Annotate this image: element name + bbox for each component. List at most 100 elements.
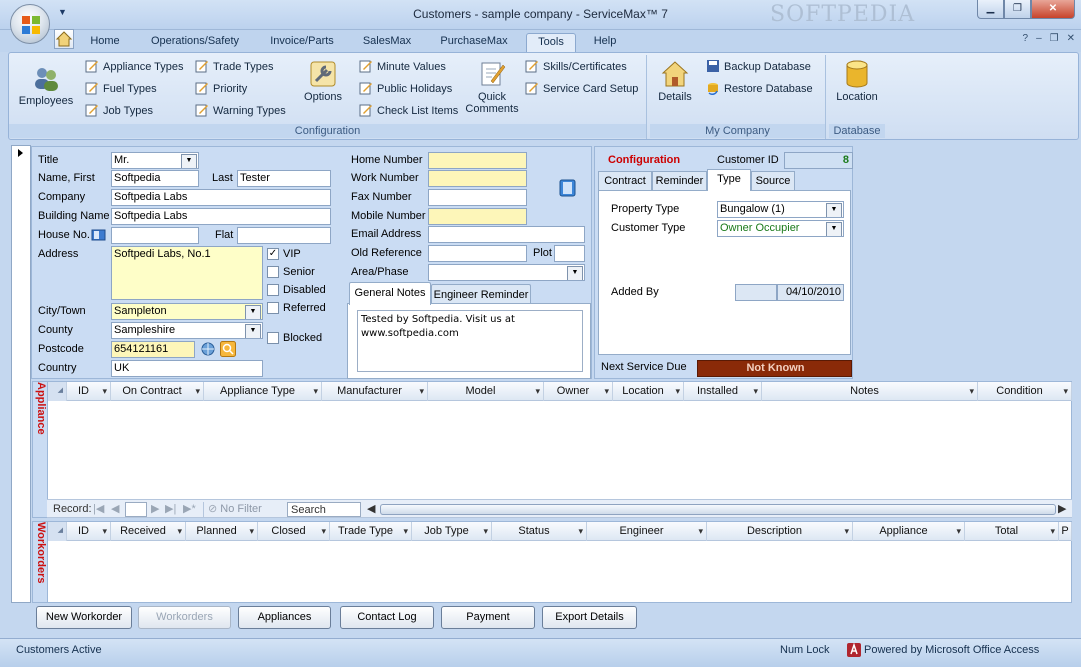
- last-record-button[interactable]: ▶|: [165, 502, 176, 517]
- house-no-field[interactable]: [111, 227, 199, 244]
- fax-number-field[interactable]: [428, 189, 527, 206]
- workorders-button[interactable]: Workorders: [138, 606, 231, 629]
- horizontal-scrollbar-thumb[interactable]: [380, 504, 1056, 515]
- location-button[interactable]: Location: [831, 59, 883, 103]
- col-p[interactable]: P: [1059, 522, 1072, 541]
- tab-contract[interactable]: Contract: [598, 171, 652, 191]
- col-appliance[interactable]: Appliance: [853, 522, 965, 541]
- public-holidays-button[interactable]: Public Holidays: [359, 80, 452, 98]
- select-all-cell[interactable]: [48, 522, 67, 541]
- col-engineer[interactable]: Engineer: [587, 522, 707, 541]
- new-record-button[interactable]: ▶*: [183, 502, 196, 517]
- job-types-button[interactable]: Job Types: [85, 102, 153, 120]
- tab-source[interactable]: Source: [751, 171, 795, 191]
- search-icon[interactable]: [220, 341, 236, 357]
- col-description[interactable]: Description: [707, 522, 853, 541]
- company-field[interactable]: Softpedia Labs: [111, 189, 331, 206]
- col-location[interactable]: Location: [613, 382, 684, 401]
- export-details-button[interactable]: Export Details: [542, 606, 637, 629]
- title-select[interactable]: Mr.: [111, 152, 199, 169]
- doc-minimize-button[interactable]: –: [1036, 33, 1042, 44]
- tab-home[interactable]: Home: [82, 33, 128, 52]
- backup-database-button[interactable]: Backup Database: [706, 58, 811, 76]
- restore-button[interactable]: ❐: [1004, 0, 1031, 19]
- trade-types-button[interactable]: Trade Types: [195, 58, 274, 76]
- blocked-checkbox[interactable]: [267, 332, 279, 344]
- address-field[interactable]: Softpedi Labs, No.1: [111, 246, 263, 300]
- globe-lookup-icon[interactable]: [200, 341, 216, 357]
- warning-types-button[interactable]: Warning Types: [195, 102, 286, 120]
- priority-button[interactable]: Priority: [195, 80, 247, 98]
- options-button[interactable]: Options: [297, 59, 349, 103]
- tab-salesmax[interactable]: SalesMax: [356, 33, 418, 52]
- contact-log-button[interactable]: Contact Log: [340, 606, 434, 629]
- col-model[interactable]: Model: [428, 382, 544, 401]
- col-id[interactable]: ID: [67, 382, 111, 401]
- col-received[interactable]: Received: [111, 522, 186, 541]
- col-appliance-type[interactable]: Appliance Type: [204, 382, 322, 401]
- property-type-select[interactable]: Bungalow (1): [717, 201, 844, 218]
- tab-operations-safety[interactable]: Operations/Safety: [140, 33, 250, 52]
- fuel-types-button[interactable]: Fuel Types: [85, 80, 157, 98]
- first-record-button[interactable]: |◀: [93, 502, 104, 517]
- doc-restore-button[interactable]: ❐: [1050, 33, 1059, 44]
- col-planned[interactable]: Planned: [186, 522, 258, 541]
- tab-reminder[interactable]: Reminder: [652, 171, 707, 191]
- appliances-button[interactable]: Appliances: [238, 606, 331, 629]
- record-number-field[interactable]: [125, 502, 147, 517]
- scroll-right-button[interactable]: ▶: [1058, 502, 1066, 517]
- help-icon[interactable]: ?: [1023, 33, 1029, 44]
- flat-field[interactable]: [237, 227, 331, 244]
- col-notes[interactable]: Notes: [762, 382, 978, 401]
- col-id[interactable]: ID: [67, 522, 111, 541]
- tab-invoice-parts[interactable]: Invoice/Parts: [262, 33, 342, 52]
- col-job-type[interactable]: Job Type: [412, 522, 492, 541]
- search-box[interactable]: Search: [287, 502, 361, 517]
- plot-field[interactable]: [554, 245, 585, 262]
- col-total[interactable]: Total: [965, 522, 1059, 541]
- city-town-select[interactable]: Sampleton: [111, 303, 263, 320]
- email-address-field[interactable]: [428, 226, 585, 243]
- tab-type[interactable]: Type: [707, 169, 751, 191]
- home-number-field[interactable]: [428, 152, 527, 169]
- quick-comments-button[interactable]: Quick Comments: [461, 59, 523, 115]
- record-selector[interactable]: [11, 145, 31, 603]
- customer-type-select[interactable]: Owner Occupier: [717, 220, 844, 237]
- skills-certificates-button[interactable]: Skills/Certificates: [525, 58, 627, 76]
- mobile-number-field[interactable]: [428, 208, 527, 225]
- select-all-cell[interactable]: [48, 382, 67, 401]
- col-closed[interactable]: Closed: [258, 522, 330, 541]
- general-notes-textarea[interactable]: Tested by Softpedia. Visit us at www.sof…: [357, 310, 583, 372]
- employees-button[interactable]: Employees: [15, 63, 77, 107]
- old-reference-field[interactable]: [428, 245, 527, 262]
- restore-database-button[interactable]: Restore Database: [706, 80, 813, 98]
- close-button[interactable]: ✕: [1031, 0, 1075, 19]
- next-record-button[interactable]: ▶: [151, 502, 159, 517]
- tab-engineer-reminder[interactable]: Engineer Reminder: [431, 284, 531, 304]
- postcode-field[interactable]: 654121161: [111, 341, 195, 358]
- new-workorder-button[interactable]: New Workorder: [36, 606, 132, 629]
- service-card-setup-button[interactable]: Service Card Setup: [525, 80, 638, 98]
- qat-home-button[interactable]: [54, 29, 74, 49]
- col-trade-type[interactable]: Trade Type: [330, 522, 412, 541]
- country-field[interactable]: UK: [111, 360, 263, 377]
- prev-record-button[interactable]: ◀: [111, 502, 119, 517]
- appliance-types-button[interactable]: Appliance Types: [85, 58, 184, 76]
- referred-checkbox[interactable]: [267, 302, 279, 314]
- col-condition[interactable]: Condition: [978, 382, 1072, 401]
- tab-help[interactable]: Help: [584, 33, 626, 52]
- doc-close-button[interactable]: ✕: [1067, 33, 1075, 44]
- check-list-items-button[interactable]: Check List Items: [359, 102, 458, 120]
- tab-general-notes[interactable]: General Notes: [349, 282, 431, 305]
- no-filter-button[interactable]: ⊘ No Filter: [203, 502, 283, 517]
- minimize-button[interactable]: ▁: [977, 0, 1004, 19]
- col-on-contract[interactable]: On Contract: [111, 382, 204, 401]
- office-button[interactable]: [10, 4, 50, 44]
- senior-checkbox[interactable]: [267, 266, 279, 278]
- work-number-field[interactable]: [428, 170, 527, 187]
- building-name-field[interactable]: Softpedia Labs: [111, 208, 331, 225]
- payment-button[interactable]: Payment: [441, 606, 535, 629]
- tab-purchasemax[interactable]: PurchaseMax: [432, 33, 516, 52]
- details-button[interactable]: Details: [654, 59, 696, 103]
- first-name-field[interactable]: Softpedia: [111, 170, 199, 187]
